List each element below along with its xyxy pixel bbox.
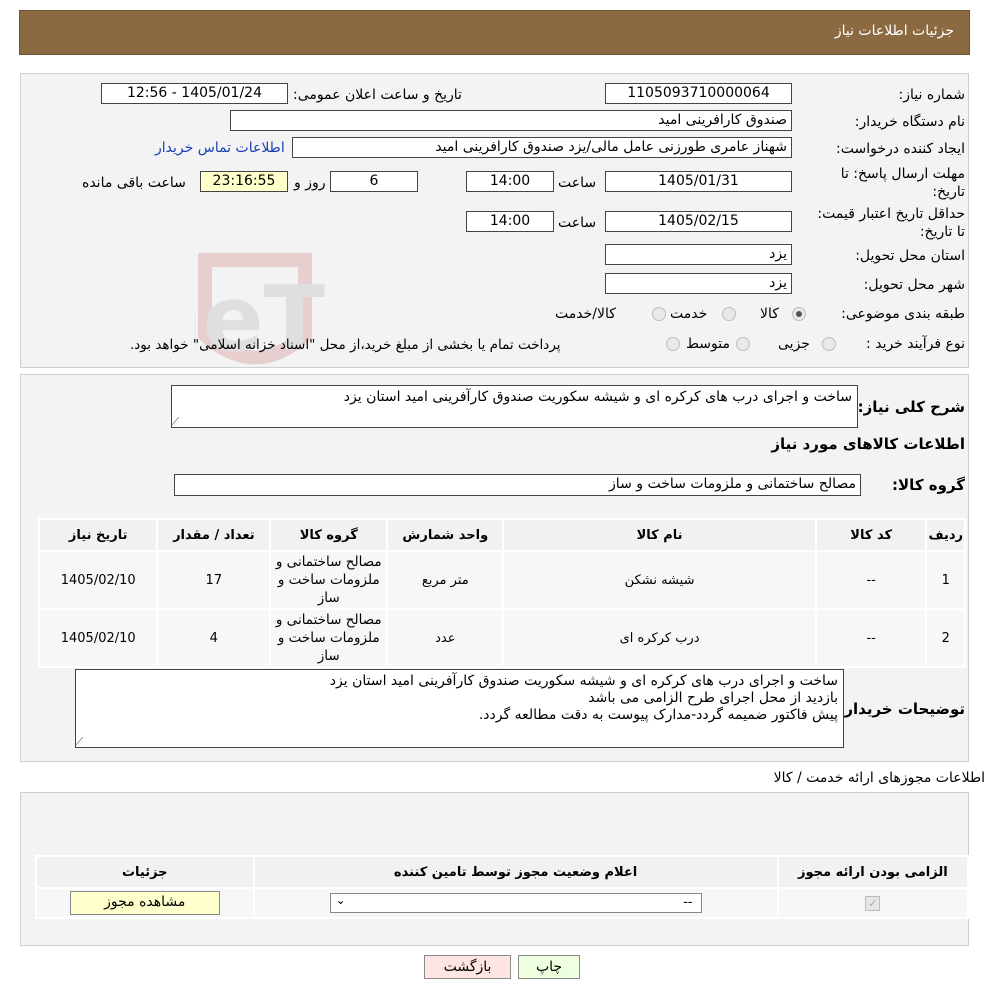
creator-field: شهناز عامری طورزنی عامل مالی/یزد صندوق ک…: [292, 137, 792, 158]
category-option-goods: کالا: [760, 306, 779, 322]
category-radio-service[interactable]: [722, 307, 736, 321]
print-button[interactable]: چاپ: [518, 955, 580, 979]
goods-group-label: گروه کالا:: [892, 476, 965, 494]
deadline-time-label: ساعت: [558, 175, 597, 191]
process-radio-treasury[interactable]: [666, 337, 680, 351]
cell-unit: عدد: [386, 608, 505, 668]
permits-section-title: اطلاعات مجوزهای ارائه خدمت / کالا: [773, 770, 985, 786]
buyer-notes-line: ساخت و اجرای درب های کرکره ای و شیشه سکو…: [329, 673, 838, 689]
creator-label: ایجاد کننده درخواست:: [836, 141, 965, 157]
cell-group: مصالح ساختمانی و ملزومات ساخت و ساز: [269, 608, 389, 668]
days-label: روز و: [294, 175, 326, 191]
category-radio-both[interactable]: [652, 307, 666, 321]
col-row: ردیف: [925, 518, 966, 552]
goods-section-title: اطلاعات کالاهای مورد نیاز: [771, 435, 965, 453]
chevron-down-icon: ⌄: [335, 893, 346, 907]
announce-label: تاریخ و ساعت اعلان عمومی:: [293, 87, 462, 103]
cell-code: --: [814, 550, 928, 610]
need-number-field: 1105093710000064: [605, 83, 792, 104]
validity-label: حداقل تاریخ اعتبار قیمت: تا تاریخ:: [817, 206, 965, 240]
contact-info-link[interactable]: اطلاعات تماس خریدار: [155, 140, 285, 156]
cell-code: --: [814, 608, 928, 668]
buyer-label: نام دستگاه خریدار:: [854, 114, 965, 130]
buyer-notes-label: توضیحات خریدار:: [838, 700, 965, 718]
province-label: استان محل تحویل:: [855, 248, 965, 264]
col-unit: واحد شمارش: [386, 518, 505, 552]
view-permit-button[interactable]: مشاهده مجوز: [69, 891, 220, 915]
province-field: یزد: [605, 244, 792, 265]
deadline-date-field: 1405/01/31: [605, 171, 792, 192]
resize-grip-icon[interactable]: [75, 737, 92, 745]
description-label: شرح کلی نیاز:: [857, 398, 965, 416]
process-option-medium: متوسط: [686, 336, 730, 352]
announce-field: 1405/01/24 - 12:56: [101, 83, 288, 104]
category-option-both: کالا/خدمت: [555, 306, 616, 322]
back-button[interactable]: بازگشت: [424, 955, 511, 979]
resize-grip-icon[interactable]: [171, 417, 188, 425]
col-code: کد کالا: [814, 518, 928, 552]
permits-table: الزامی بودن ارائه مجوز اعلام وضعیت مجوز …: [35, 855, 970, 919]
cell-row: 1: [925, 550, 966, 610]
process-label: نوع فرآیند خرید :: [866, 336, 965, 352]
table-row: 2 -- درب کرکره ای عدد مصالح ساختمانی و م…: [37, 608, 966, 668]
validity-time-field: 14:00: [466, 211, 554, 232]
page-title: جزئیات اطلاعات نیاز: [834, 23, 954, 39]
process-radio-medium[interactable]: [736, 337, 750, 351]
col-status: اعلام وضعیت مجوز توسط تامین کننده: [252, 855, 779, 889]
process-note: پرداخت تمام یا بخشی از مبلغ خرید،از محل …: [130, 337, 561, 353]
col-date: تاریخ نیاز: [37, 518, 159, 552]
table-row: 1 -- شیشه نشکن متر مربع مصالح ساختمانی و…: [37, 550, 966, 610]
table-row: ✓ -- ⌄ مشاهده مجوز: [35, 887, 970, 919]
city-label: شهر محل تحویل:: [863, 277, 965, 293]
deadline-time-field: 14:00: [466, 171, 554, 192]
cell-unit: متر مربع: [386, 550, 505, 610]
days-field: 6: [330, 171, 418, 192]
cell-qty: 4: [156, 608, 272, 668]
cell-date: 1405/02/10: [37, 608, 159, 668]
goods-table: ردیف کد کالا نام کالا واحد شمارش گروه کا…: [37, 518, 966, 668]
buyer-notes-line: پیش فاکتور ضمیمه گردد-مدارک پیوست به دقت…: [478, 707, 838, 723]
permit-status-value: --: [683, 895, 693, 910]
city-field: یزد: [605, 273, 792, 294]
required-checkbox[interactable]: ✓: [865, 895, 881, 911]
buyer-notes-field: ساخت و اجرای درب های کرکره ای و شیشه سکو…: [75, 669, 844, 748]
process-option-minor: جزیی: [778, 336, 810, 352]
category-radio-goods[interactable]: [792, 307, 806, 321]
category-label: طبقه بندی موضوعی:: [841, 306, 965, 322]
col-name: نام کالا: [502, 518, 817, 552]
goods-group-field: مصالح ساختمانی و ملزومات ساخت و ساز: [174, 474, 861, 496]
col-group: گروه کالا: [269, 518, 389, 552]
validity-date-field: 1405/02/15: [605, 211, 792, 232]
process-radio-minor[interactable]: [822, 337, 836, 351]
validity-time-label: ساعت: [558, 215, 597, 231]
remaining-label: ساعت باقی مانده: [82, 175, 186, 191]
description-field: ساخت و اجرای درب های کرکره ای و شیشه سکو…: [171, 385, 858, 428]
buyer-notes-line: بازدید از محل اجرای طرح الزامی می باشد: [588, 690, 838, 706]
page-header: جزئیات اطلاعات نیاز: [19, 10, 970, 55]
buyer-field: صندوق کارافرینی امید: [230, 110, 792, 131]
deadline-label: مهلت ارسال پاسخ: تا تاریخ:: [840, 166, 965, 200]
cell-name: درب کرکره ای: [502, 608, 817, 668]
col-details: جزئیات: [35, 855, 255, 889]
remaining-time-field: 23:16:55: [200, 171, 288, 192]
col-qty: تعداد / مقدار: [156, 518, 272, 552]
cell-group: مصالح ساختمانی و ملزومات ساخت و ساز: [269, 550, 389, 610]
category-option-service: خدمت: [670, 306, 708, 322]
description-text: ساخت و اجرای درب های کرکره ای و شیشه سکو…: [343, 389, 852, 405]
need-number-label: شماره نیاز:: [898, 87, 966, 103]
cell-qty: 17: [156, 550, 272, 610]
cell-date: 1405/02/10: [37, 550, 159, 610]
col-required: الزامی بودن ارائه مجوز: [776, 855, 970, 889]
cell-row: 2: [925, 608, 966, 668]
permit-status-select[interactable]: -- ⌄: [329, 893, 702, 913]
cell-name: شیشه نشکن: [502, 550, 817, 610]
